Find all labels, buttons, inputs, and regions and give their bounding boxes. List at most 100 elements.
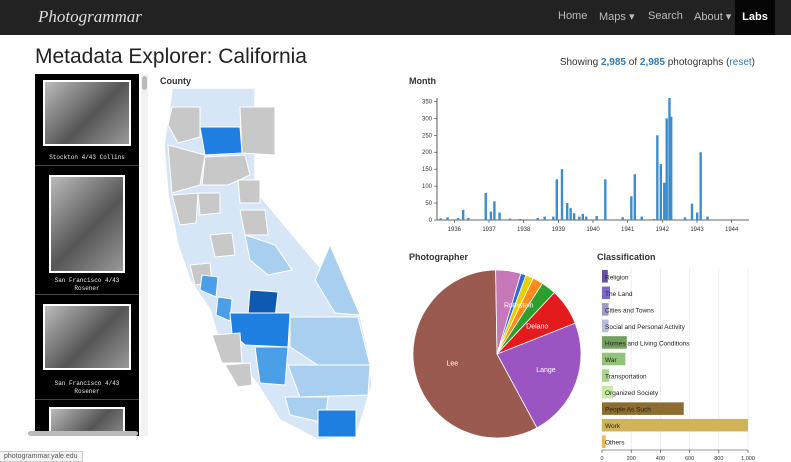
classification-bar-label: Cities and Towns	[605, 307, 655, 314]
photo-strip-scrollbar[interactable]	[141, 74, 148, 436]
month-bar[interactable]	[665, 118, 668, 220]
classification-bar[interactable]	[602, 418, 748, 432]
month-bar[interactable]	[508, 218, 512, 220]
photo-caption: Stockton 4/43 Collins	[49, 154, 125, 161]
reset-link[interactable]: reset	[729, 57, 751, 68]
month-bar[interactable]	[493, 201, 496, 220]
county[interactable]	[239, 106, 276, 156]
x-tick-label: 1939	[552, 227, 566, 233]
photo-thumbnail[interactable]	[43, 80, 131, 146]
brand-logo[interactable]: Photogrammar	[38, 7, 142, 27]
photo-card[interactable]: Stockton 4/43 Collins	[35, 74, 139, 166]
photo-caption-author: Rosener	[74, 285, 100, 292]
month-bar[interactable]	[633, 174, 636, 220]
nav-search[interactable]: Search	[648, 10, 683, 22]
photo-card[interactable]: San Francisco 4/43 Rosener	[35, 167, 139, 295]
month-bar[interactable]	[498, 212, 501, 220]
month-bar[interactable]	[439, 218, 442, 220]
showing-of: of	[628, 57, 638, 68]
nav-maps[interactable]: Maps ▾	[599, 10, 634, 23]
month-chart[interactable]: 0 50 100 150 200 250 300 350 1936 1937 1938 1939 194…	[409, 88, 764, 238]
county[interactable]	[199, 126, 243, 156]
month-bar[interactable]	[663, 182, 666, 220]
month-bar[interactable]	[604, 179, 607, 220]
scrollbar-thumb[interactable]	[142, 76, 147, 90]
county[interactable]	[254, 346, 289, 386]
month-bar[interactable]	[670, 116, 673, 220]
county[interactable]	[211, 332, 243, 364]
month-bar[interactable]	[585, 216, 588, 220]
nav-labs[interactable]: Labs	[735, 0, 775, 35]
county[interactable]	[237, 179, 261, 204]
x-tick-label: 1941	[621, 227, 635, 233]
photographer-pie-chart[interactable]: Lange Lee Rothstein Delano	[405, 262, 590, 452]
county[interactable]	[287, 364, 371, 398]
month-bar[interactable]	[640, 216, 643, 220]
nav-home[interactable]: Home	[558, 10, 587, 22]
y-tick-label: 100	[422, 184, 433, 190]
month-bar[interactable]	[446, 217, 449, 220]
navbar: Photogrammar Home Maps ▾ Search About ▾ …	[0, 0, 791, 35]
x-tick-label: 600	[685, 456, 694, 462]
classification-bar-label: Social and Personal Activity	[605, 324, 686, 331]
pie-slice-label: Lee	[446, 361, 458, 368]
month-bar[interactable]	[652, 218, 656, 220]
classification-bar-label: Religion	[605, 274, 629, 281]
month-bar[interactable]	[690, 203, 694, 220]
county[interactable]	[209, 232, 236, 258]
month-bar[interactable]	[621, 217, 624, 220]
showing-close: )	[751, 57, 755, 68]
month-bar[interactable]	[462, 209, 465, 220]
caret-down-icon: ▾	[625, 11, 635, 23]
x-tick-label: 1942	[656, 227, 670, 233]
classification-bar-label: War	[605, 357, 618, 364]
county[interactable]	[197, 192, 221, 216]
photo-strip[interactable]: Stockton 4/43 Collins San Francisco 4/43…	[35, 74, 139, 436]
classification-bar-label: Transportation	[605, 374, 647, 381]
month-label: Month	[409, 76, 436, 86]
county[interactable]	[224, 362, 253, 388]
month-bar[interactable]	[555, 179, 558, 220]
month-bar[interactable]	[595, 215, 598, 220]
county[interactable]	[317, 409, 357, 438]
pie-slice-label: Delano	[526, 324, 548, 331]
month-bar[interactable]	[659, 164, 662, 220]
showing-total-count: 2,985	[639, 57, 665, 68]
photo-caption-author: Rosener	[74, 388, 100, 395]
horizontal-scrollbar[interactable]	[28, 431, 138, 436]
classification-bar-label: Organized Society	[605, 390, 659, 397]
month-bar[interactable]	[566, 203, 569, 220]
classification-bar-chart[interactable]: Religion The Land Cities and Towns Social a…	[596, 262, 766, 462]
month-bar[interactable]	[569, 208, 572, 220]
county[interactable]	[239, 209, 269, 236]
photo-thumbnail[interactable]	[49, 175, 125, 273]
month-bar[interactable]	[467, 217, 470, 220]
month-bar[interactable]	[519, 218, 522, 220]
month-bar[interactable]	[630, 196, 633, 220]
month-bar[interactable]	[683, 217, 687, 220]
month-bar[interactable]	[578, 216, 581, 220]
month-bar[interactable]	[699, 152, 702, 220]
month-bar[interactable]	[581, 213, 584, 220]
month-bar[interactable]	[543, 216, 546, 220]
month-bar[interactable]	[536, 217, 539, 220]
month-bar[interactable]	[456, 217, 460, 220]
y-tick-label: 200	[422, 150, 433, 156]
x-tick-label: 800	[714, 456, 723, 462]
month-bar[interactable]	[489, 211, 493, 220]
month-bar[interactable]	[484, 192, 487, 220]
month-bar[interactable]	[656, 135, 659, 220]
month-bar[interactable]	[696, 212, 699, 220]
month-bar[interactable]	[572, 213, 576, 220]
nav-about[interactable]: About ▾	[694, 10, 731, 23]
photo-caption: San Francisco 4/43	[54, 380, 120, 387]
month-bar[interactable]	[560, 169, 564, 220]
status-bar-url: photogrammar.yale.edu	[0, 451, 83, 462]
photo-card[interactable]: San Francisco 4/43 Rosener	[35, 296, 139, 400]
classification-bar-label: Homes and Living Conditions	[605, 340, 690, 347]
month-bar[interactable]	[552, 216, 555, 220]
month-bar[interactable]	[706, 216, 709, 220]
county-map[interactable]	[150, 85, 380, 440]
photo-thumbnail[interactable]	[43, 304, 131, 370]
photo-caption: San Francisco 4/43	[54, 277, 120, 284]
